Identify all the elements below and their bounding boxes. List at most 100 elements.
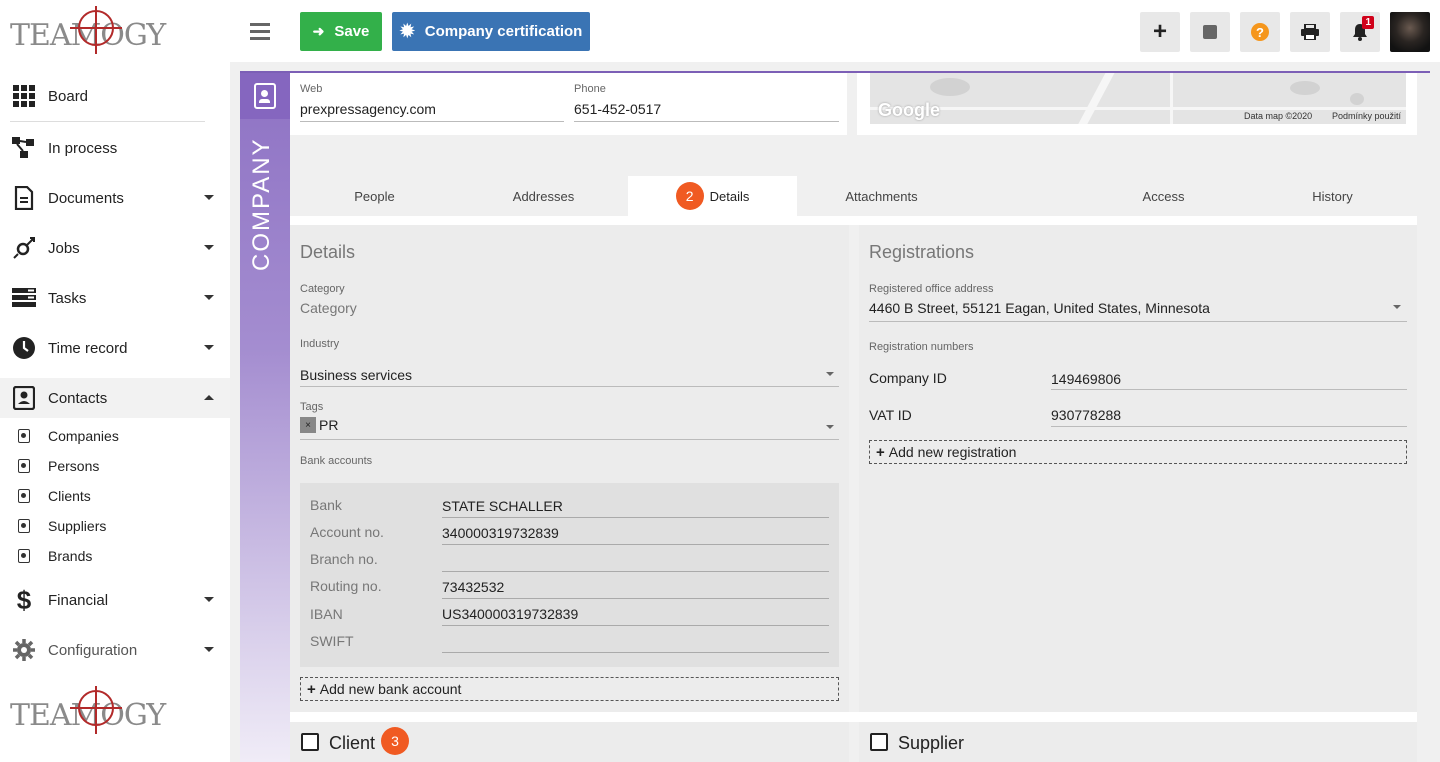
supplier-checkbox[interactable] bbox=[870, 733, 888, 751]
tags-label: Tags bbox=[300, 401, 324, 413]
help-button[interactable]: ? bbox=[1240, 12, 1280, 52]
company-band-label: COMPANY bbox=[248, 137, 275, 271]
submenu-item-persons[interactable]: Persons bbox=[0, 451, 230, 481]
bank-accounts-label: Bank accounts bbox=[300, 455, 373, 467]
gear-icon bbox=[12, 638, 36, 662]
print-button[interactable] bbox=[1290, 12, 1330, 52]
help-icon: ? bbox=[1251, 23, 1269, 41]
vat-id-field[interactable]: 930778288 bbox=[1051, 407, 1121, 423]
dropdown-caret-icon bbox=[1393, 305, 1401, 309]
client-label: Client bbox=[329, 733, 376, 753]
chevron-down-icon bbox=[204, 195, 214, 200]
web-field[interactable]: prexpressagency.com bbox=[300, 101, 436, 117]
dollar-icon: $ bbox=[16, 584, 32, 615]
sidebar-item-label: Configuration bbox=[48, 641, 138, 659]
client-checkbox[interactable] bbox=[301, 733, 319, 751]
submenu-item-companies[interactable]: Companies bbox=[0, 421, 230, 451]
plus-icon: + bbox=[1152, 18, 1167, 45]
contact-card-icon bbox=[18, 549, 30, 563]
sidebar-item-jobs[interactable]: Jobs bbox=[0, 228, 230, 268]
dropdown-caret-icon[interactable] bbox=[826, 425, 834, 429]
tab-attachments[interactable]: Attachments bbox=[797, 176, 966, 216]
sidebar-item-time-record[interactable]: Time record bbox=[0, 328, 230, 368]
app-logo-footer: TEAMOGY bbox=[10, 686, 166, 742]
sidebar-item-board[interactable]: Board bbox=[0, 76, 230, 116]
contact-card-icon bbox=[240, 73, 290, 119]
bank-field-label: Routing no. bbox=[310, 578, 382, 594]
sidebar-item-label: Jobs bbox=[48, 239, 80, 257]
notes-button[interactable] bbox=[1190, 12, 1230, 52]
top-bar: ➜ Save ✹ Company certification + ? 1 bbox=[230, 0, 1440, 62]
tab-people[interactable]: People bbox=[290, 176, 459, 216]
plus-icon: + bbox=[307, 680, 316, 698]
account-number-field[interactable]: 340000319732839 bbox=[442, 525, 559, 541]
user-avatar[interactable] bbox=[1390, 12, 1430, 52]
iban-field[interactable]: US340000319732839 bbox=[442, 606, 578, 622]
grid-icon bbox=[12, 84, 36, 108]
sidebar-item-financial[interactable]: $ Financial bbox=[0, 580, 230, 620]
chevron-down-icon bbox=[204, 245, 214, 250]
category-field[interactable]: Category bbox=[300, 300, 357, 316]
add-button[interactable]: + bbox=[1140, 12, 1180, 52]
registration-numbers-label: Registration numbers bbox=[869, 341, 974, 353]
office-address-select[interactable]: 4460 B Street, 55121 Eagan, United State… bbox=[869, 300, 1210, 316]
sidebar-item-label: Time record bbox=[48, 339, 128, 357]
sidebar-item-in-process[interactable]: In process bbox=[0, 128, 230, 168]
submenu-item-brands[interactable]: Brands bbox=[0, 541, 230, 571]
tab-details[interactable]: 2 Details bbox=[628, 176, 797, 216]
add-bank-account-button[interactable]: + Add new bank account bbox=[300, 677, 839, 701]
sticky-note-icon bbox=[1203, 25, 1217, 39]
category-label: Category bbox=[300, 283, 345, 295]
contact-card-icon bbox=[18, 489, 30, 503]
tab-access[interactable]: Access bbox=[1079, 176, 1248, 216]
hamburger-menu-icon[interactable] bbox=[250, 23, 270, 40]
sidebar-item-documents[interactable]: Documents bbox=[0, 178, 230, 218]
phone-label: Phone bbox=[574, 83, 606, 95]
tag-chip: × PR bbox=[300, 417, 338, 433]
details-title: Details bbox=[300, 242, 356, 262]
map-copyright: Data map ©2020 bbox=[1244, 111, 1313, 121]
industry-select[interactable]: Business services bbox=[300, 367, 412, 383]
printer-icon bbox=[1301, 24, 1319, 40]
registrations-title: Registrations bbox=[869, 242, 975, 262]
contact-card-icon bbox=[18, 519, 30, 533]
save-button[interactable]: ➜ Save bbox=[300, 12, 382, 51]
map-terms-link[interactable]: Podmínky použití bbox=[1332, 111, 1401, 121]
company-id-field[interactable]: 149469806 bbox=[1051, 371, 1121, 387]
tab-addresses[interactable]: Addresses bbox=[459, 176, 628, 216]
chevron-up-icon bbox=[204, 395, 214, 400]
phone-field[interactable]: 651-452-0517 bbox=[574, 101, 661, 117]
add-registration-button[interactable]: + Add new registration bbox=[869, 440, 1407, 464]
step-badge: 3 bbox=[381, 727, 409, 755]
jobs-icon bbox=[12, 236, 36, 260]
app-logo[interactable]: TEAMOGY bbox=[10, 6, 166, 62]
location-map[interactable]: Google Data map ©2020 Podmínky použití bbox=[870, 73, 1406, 124]
clock-icon bbox=[12, 336, 36, 360]
sidebar-item-tasks[interactable]: Tasks bbox=[0, 278, 230, 318]
sidebar: TEAMOGY Board In process Documents Jobs bbox=[0, 0, 230, 762]
certificate-icon: ✹ bbox=[399, 21, 415, 41]
submenu-item-label: Suppliers bbox=[48, 518, 107, 534]
bank-field-label: Account no. bbox=[310, 524, 384, 540]
routing-number-field[interactable]: 73432532 bbox=[442, 579, 504, 595]
main-content: COMPANY Web prexpressagency.com Phone 65… bbox=[230, 62, 1440, 762]
tab-history[interactable]: History bbox=[1248, 176, 1417, 216]
bank-name-field[interactable]: STATE SCHALLER bbox=[442, 498, 563, 514]
sidebar-item-label: Contacts bbox=[48, 389, 108, 407]
supplier-label: Supplier bbox=[898, 733, 965, 753]
contacts-icon bbox=[12, 386, 36, 410]
registrations-panel bbox=[859, 225, 1417, 712]
notifications-button[interactable]: 1 bbox=[1340, 12, 1380, 52]
sidebar-item-configuration[interactable]: Configuration bbox=[0, 630, 230, 670]
sidebar-item-label: Board bbox=[48, 87, 89, 105]
sign-in-icon: ➜ bbox=[312, 23, 325, 39]
sidebar-item-label: Financial bbox=[48, 591, 109, 609]
submenu-item-clients[interactable]: Clients bbox=[0, 481, 230, 511]
company-side-band: COMPANY bbox=[240, 73, 290, 762]
submenu-item-suppliers[interactable]: Suppliers bbox=[0, 511, 230, 541]
sidebar-item-contacts[interactable]: Contacts bbox=[0, 378, 230, 418]
dropdown-caret-icon bbox=[826, 372, 834, 376]
remove-tag-icon[interactable]: × bbox=[300, 417, 316, 433]
company-certification-button[interactable]: ✹ Company certification bbox=[392, 12, 590, 51]
process-icon bbox=[12, 136, 36, 160]
